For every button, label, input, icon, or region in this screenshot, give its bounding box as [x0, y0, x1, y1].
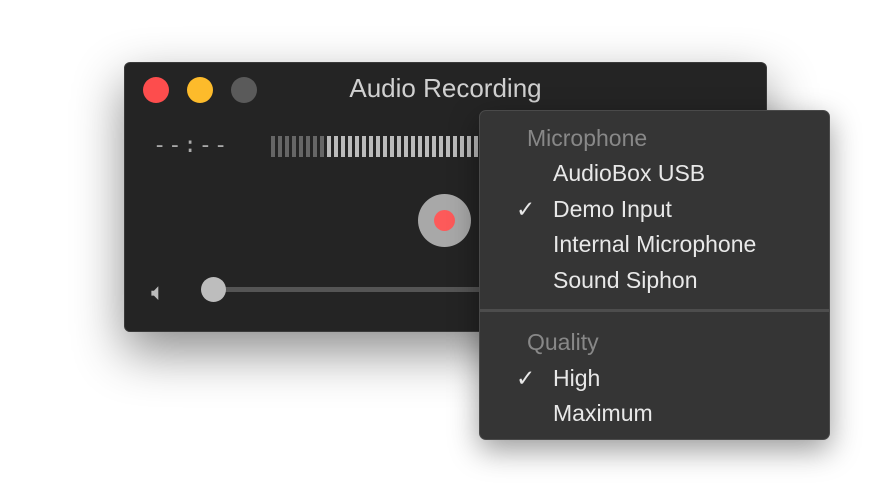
- meter-segment: [390, 136, 394, 157]
- meter-segment: [397, 136, 401, 157]
- meter-segment: [474, 136, 478, 157]
- meter-segment: [341, 136, 345, 157]
- menu-item-internal-microphone[interactable]: Internal Microphone: [553, 231, 756, 258]
- meter-segment: [411, 136, 415, 157]
- window-title: Audio Recording: [349, 73, 542, 103]
- meter-segment: [404, 136, 408, 157]
- meter-segment: [460, 136, 464, 157]
- menu-item-maximum[interactable]: Maximum: [553, 400, 653, 427]
- meter-segment: [467, 136, 471, 157]
- meter-segment: [453, 136, 457, 157]
- meter-segment: [362, 136, 366, 157]
- options-menu: Microphone AudioBox USB ✓ Demo Input Int…: [479, 110, 830, 440]
- meter-segment: [313, 136, 317, 157]
- meter-segment: [327, 136, 331, 157]
- elapsed-time: --:--: [153, 133, 230, 158]
- meter-segment: [292, 136, 296, 157]
- meter-segment: [376, 136, 380, 157]
- meter-segment: [446, 136, 450, 157]
- record-button[interactable]: [418, 194, 471, 247]
- meter-segment: [320, 136, 324, 157]
- meter-segment: [425, 136, 429, 157]
- quality-header: Quality: [527, 329, 599, 355]
- meter-segment: [439, 136, 443, 157]
- record-icon: [434, 210, 455, 231]
- menu-item-high[interactable]: High: [553, 365, 600, 392]
- speaker-icon: 🔈︎: [151, 279, 166, 306]
- menu-separator: [480, 309, 829, 312]
- menu-item-sound-siphon[interactable]: Sound Siphon: [553, 267, 698, 294]
- checkmark-icon: ✓: [516, 365, 536, 391]
- level-meter: [271, 136, 478, 157]
- meter-segment: [432, 136, 436, 157]
- meter-segment: [418, 136, 422, 157]
- meter-segment: [271, 136, 275, 157]
- meter-segment: [285, 136, 289, 157]
- menu-item-demo-input[interactable]: Demo Input: [553, 196, 672, 223]
- microphone-header: Microphone: [527, 125, 648, 151]
- meter-segment: [348, 136, 352, 157]
- meter-segment: [299, 136, 303, 157]
- meter-segment: [355, 136, 359, 157]
- volume-slider-knob[interactable]: [201, 277, 226, 302]
- meter-segment: [278, 136, 282, 157]
- meter-segment: [334, 136, 338, 157]
- meter-segment: [383, 136, 387, 157]
- checkmark-icon: ✓: [516, 196, 536, 222]
- meter-segment: [306, 136, 310, 157]
- menu-item-audiobox-usb[interactable]: AudioBox USB: [553, 160, 705, 187]
- meter-segment: [369, 136, 373, 157]
